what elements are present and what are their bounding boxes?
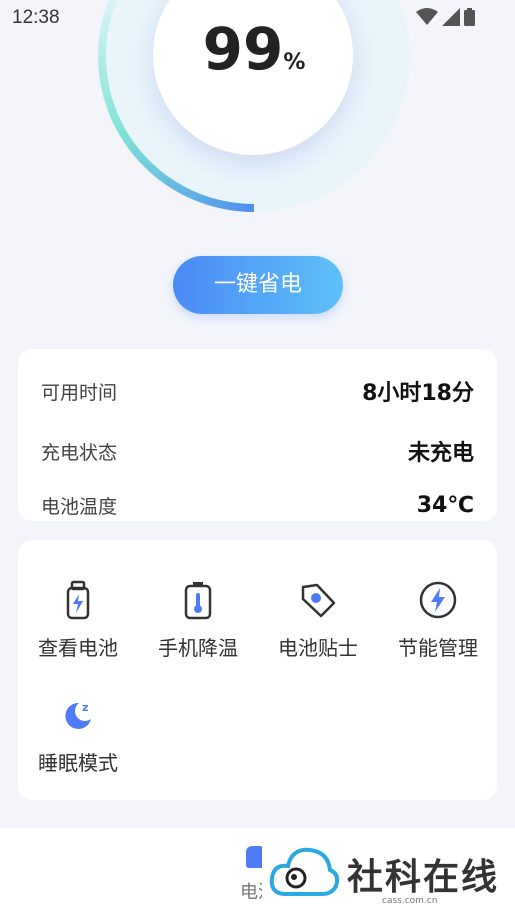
watermark: 社科在线 cass.com.cn xyxy=(262,832,515,914)
info-label: 电池温度 xyxy=(41,496,118,518)
tag-icon xyxy=(298,580,338,620)
tool-label: 手机降温 xyxy=(158,636,238,660)
lightning-circle-icon xyxy=(418,580,458,620)
watermark-title: 社科在线 xyxy=(347,856,500,898)
system-icons xyxy=(416,8,475,26)
tool-label: 节能管理 xyxy=(398,636,478,660)
battery-icon xyxy=(58,580,98,620)
watermark-url: cass.com.cn xyxy=(382,896,438,906)
info-label: 充电状态 xyxy=(41,441,118,464)
info-value: 34℃ xyxy=(416,493,474,518)
tool-battery-tips[interactable]: 电池贴士 xyxy=(263,580,373,661)
signal-icon xyxy=(442,8,460,26)
tool-label: 睡眠模式 xyxy=(38,751,118,775)
battery-info-card: 可用时间 8小时18分 充电状态 未充电 电池温度 34℃ xyxy=(18,349,497,521)
tool-view-battery[interactable]: 查看电池 xyxy=(23,580,133,661)
battery-level-unit: % xyxy=(283,50,306,75)
one-key-save-button[interactable]: 一键省电 xyxy=(173,256,343,314)
battery-percent: 99% xyxy=(98,15,410,83)
tool-label: 电池贴士 xyxy=(278,636,358,660)
tools-card: 查看电池 手机降温 电池贴士 节能管理 z 睡眠模式 xyxy=(18,540,497,800)
info-label: 可用时间 xyxy=(41,381,118,404)
info-value: 8小时18分 xyxy=(362,381,474,406)
info-value: 未充电 xyxy=(407,441,474,466)
info-row-temperature: 电池温度 34℃ xyxy=(41,492,474,519)
status-time: 12:38 xyxy=(12,7,60,28)
battery-gauge: 99% xyxy=(98,0,410,212)
tool-phone-cooling[interactable]: 手机降温 xyxy=(143,580,253,661)
thermometer-battery-icon xyxy=(178,580,218,620)
battery-level-number: 99 xyxy=(202,15,284,83)
tool-sleep-mode[interactable]: z 睡眠模式 xyxy=(23,695,133,776)
tool-energy-management[interactable]: 节能管理 xyxy=(383,580,493,661)
info-row-available-time: 可用时间 8小时18分 xyxy=(41,375,474,407)
svg-text:z: z xyxy=(82,701,88,714)
watermark-logo-icon xyxy=(269,847,340,896)
battery-status-icon xyxy=(464,8,475,26)
info-row-charge-status: 充电状态 未充电 xyxy=(41,435,474,467)
moon-sleep-icon: z xyxy=(58,695,98,735)
wifi-icon xyxy=(416,8,438,25)
tool-label: 查看电池 xyxy=(38,636,118,660)
